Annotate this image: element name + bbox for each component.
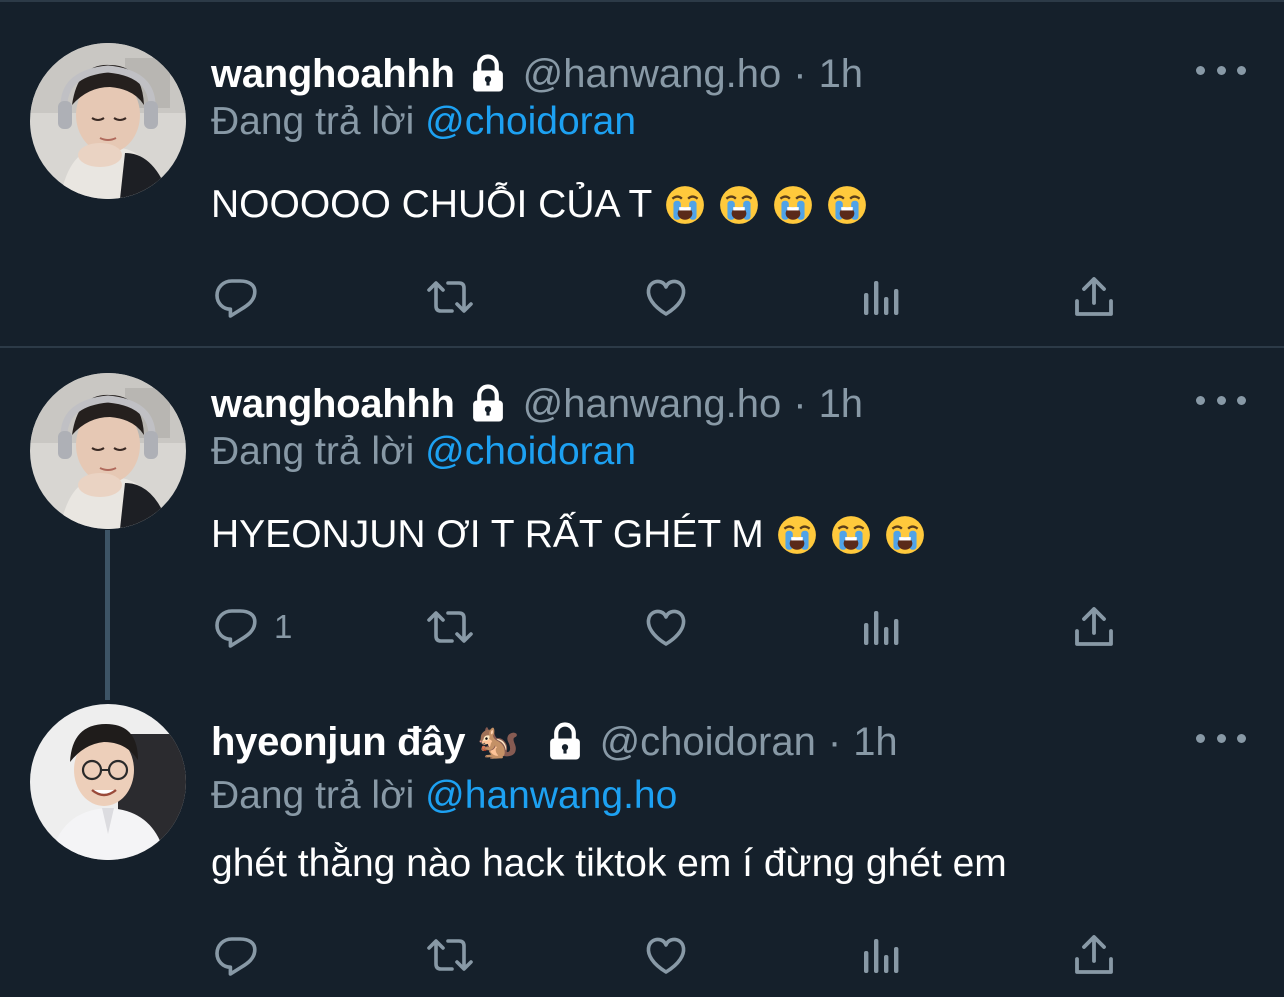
analytics-icon	[864, 611, 899, 645]
dot-icon	[1237, 65, 1246, 75]
lock-icon	[467, 53, 509, 95]
retweet-icon	[427, 939, 473, 971]
separator-dot: ·	[793, 51, 807, 96]
display-name[interactable]: wanghoahhh	[211, 52, 455, 97]
dot-icon	[1216, 395, 1226, 405]
tweet-header: wanghoahhh @hanwang.ho · 1h	[211, 46, 863, 102]
dot-icon	[1196, 395, 1205, 405]
like-button[interactable]	[642, 930, 690, 980]
mention-link[interactable]: @hanwang.ho	[425, 774, 677, 817]
replying-prefix: Đang trả lời	[211, 100, 415, 143]
dot-icon	[1216, 65, 1226, 75]
share-button[interactable]	[1070, 930, 1118, 980]
like-button[interactable]	[642, 272, 690, 322]
share-icon	[1075, 277, 1113, 316]
user-handle[interactable]: @hanwang.ho	[523, 52, 782, 97]
tweet-text-content: ghét thằng nào hack tiktok em í đừng ghé…	[211, 842, 1007, 885]
dot-icon	[1216, 733, 1226, 743]
separator-dot: ·	[793, 381, 807, 426]
reply-button[interactable]: 1	[212, 602, 292, 652]
reply-button[interactable]	[212, 930, 274, 980]
timestamp[interactable]: 1h	[819, 382, 864, 427]
dot-icon	[1237, 395, 1246, 405]
crying-face-emoji	[831, 516, 870, 554]
crying-face-emoji	[777, 516, 816, 554]
dot-icon	[1237, 733, 1246, 743]
dot-icon	[1196, 733, 1205, 743]
analytics-button[interactable]	[858, 602, 906, 652]
retweet-icon	[427, 281, 473, 313]
timestamp[interactable]: 1h	[819, 52, 864, 97]
share-button[interactable]	[1070, 272, 1118, 322]
tweet[interactable]: wanghoahhh @hanwang.ho · 1h Đang trả lời…	[0, 348, 1284, 700]
tweet-text: NOOOOO CHUỖI CỦA T	[211, 183, 868, 227]
mention-link[interactable]: @choidoran	[425, 100, 636, 143]
reply-icon	[215, 279, 257, 318]
separator-dot: ·	[827, 719, 842, 764]
tweet-header: hyeonjun đây 🐿️ @choidoran · 1h	[211, 714, 898, 770]
analytics-icon	[864, 939, 899, 973]
like-button[interactable]	[642, 602, 690, 652]
retweet-button[interactable]	[426, 602, 474, 652]
analytics-button[interactable]	[858, 930, 906, 980]
mention-link[interactable]: @choidoran	[425, 430, 636, 473]
reply-icon	[215, 937, 257, 976]
share-icon	[1075, 935, 1113, 974]
crying-face-emoji	[828, 186, 867, 224]
timestamp[interactable]: 1h	[853, 720, 898, 765]
tweet-actions: 1	[212, 602, 1122, 652]
analytics-icon	[864, 281, 899, 315]
timeline: wanghoahhh @hanwang.ho · 1h Đang trả lời…	[0, 0, 1284, 997]
lock-icon	[544, 721, 586, 763]
like-icon	[646, 937, 686, 974]
replying-prefix: Đang trả lời	[211, 430, 415, 473]
avatar[interactable]	[30, 373, 186, 529]
tweet[interactable]: wanghoahhh @hanwang.ho · 1h Đang trả lời…	[0, 0, 1284, 346]
reply-button[interactable]	[212, 272, 274, 322]
chipmunk-emoji: 🐿️	[477, 723, 520, 761]
more-options-button[interactable]	[1196, 390, 1246, 410]
retweet-button[interactable]	[426, 930, 474, 980]
replying-to: Đang trả lời @choidoran	[211, 100, 636, 144]
crying-face-emoji	[885, 516, 924, 554]
avatar[interactable]	[30, 704, 186, 860]
replying-to: Đang trả lời @hanwang.ho	[211, 774, 677, 818]
display-name[interactable]: hyeonjun đây	[211, 720, 466, 765]
crying-face-emoji	[774, 186, 813, 224]
dot-icon	[1196, 65, 1205, 75]
avatar[interactable]	[30, 43, 186, 199]
crying-face-emoji	[666, 186, 705, 224]
reply-count: 1	[274, 608, 293, 645]
tweet-actions	[212, 930, 1122, 980]
more-options-button[interactable]	[1196, 60, 1246, 80]
tweet-text: ghét thằng nào hack tiktok em í đừng ghé…	[211, 842, 1007, 886]
lock-icon	[467, 383, 509, 425]
more-options-button[interactable]	[1196, 728, 1246, 748]
retweet-button[interactable]	[426, 272, 474, 322]
tweet-text-content: HYEONJUN ƠI T RẤT GHÉT M	[211, 513, 764, 556]
tweet-text: HYEONJUN ƠI T RẤT GHÉT M	[211, 513, 926, 557]
reply-icon	[215, 609, 257, 648]
user-handle[interactable]: @hanwang.ho	[523, 382, 782, 427]
display-name[interactable]: wanghoahhh	[211, 382, 455, 427]
retweet-icon	[427, 611, 473, 643]
user-handle[interactable]: @choidoran	[600, 720, 816, 765]
tweet-text-content: NOOOOO CHUỖI CỦA T	[211, 183, 653, 226]
share-button[interactable]	[1070, 602, 1118, 652]
thread-connector-line	[105, 530, 110, 700]
replying-prefix: Đang trả lời	[211, 774, 415, 817]
tweet-actions	[212, 272, 1122, 322]
tweet-header: wanghoahhh @hanwang.ho · 1h	[211, 376, 863, 432]
like-icon	[646, 279, 686, 316]
analytics-button[interactable]	[858, 272, 906, 322]
crying-face-emoji	[720, 186, 759, 224]
replying-to: Đang trả lời @choidoran	[211, 430, 636, 474]
like-icon	[646, 609, 686, 646]
tweet[interactable]: hyeonjun đây 🐿️ @choidoran · 1h Đang trả…	[0, 700, 1284, 997]
share-icon	[1075, 607, 1113, 646]
